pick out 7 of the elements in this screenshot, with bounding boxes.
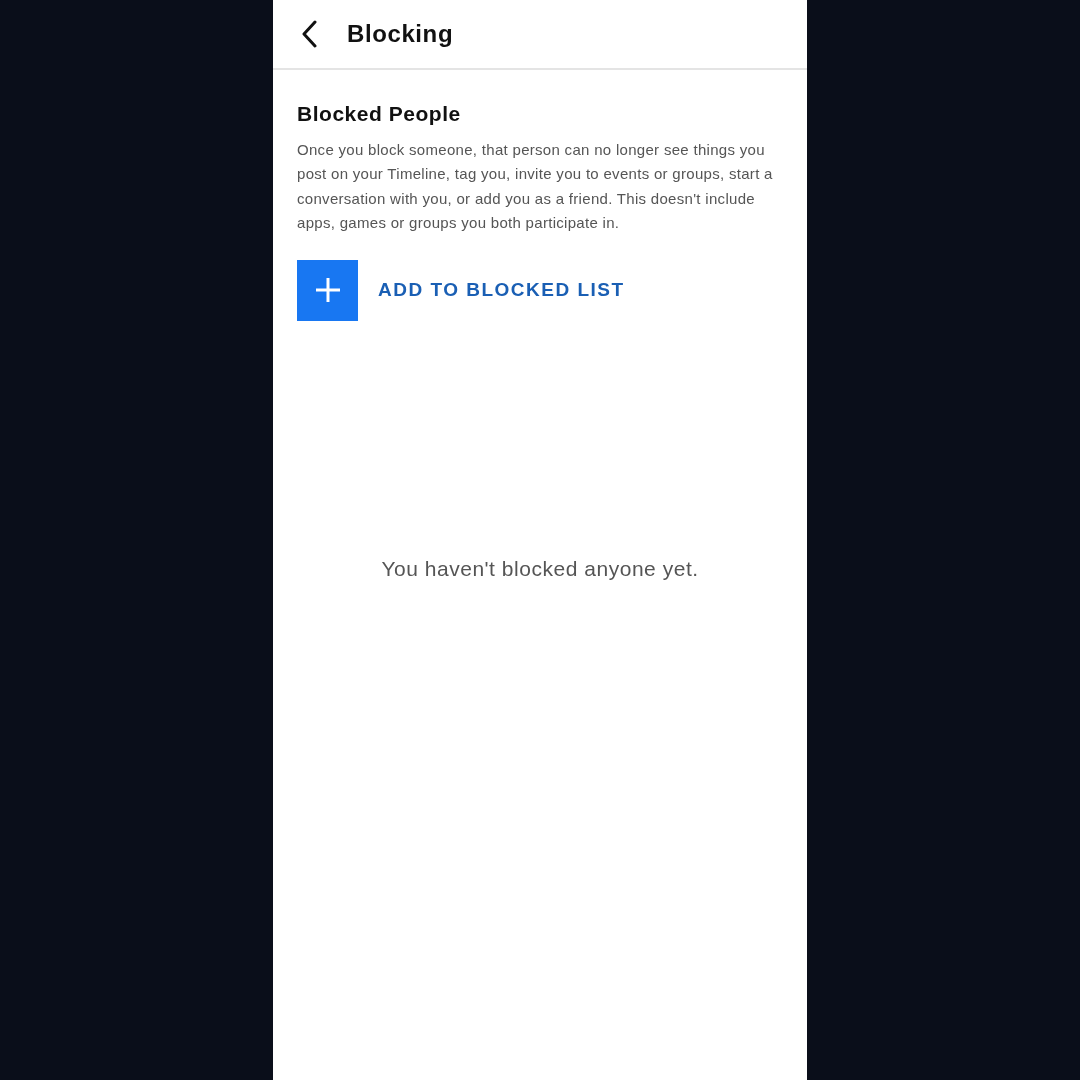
section-description: Once you block someone, that person can no longer see things you post on your Timeline, tag you, invite you to events or groups, start a conversation with you, or add you as a friend. This doesn't include apps, games or groups you both participate in.: [297, 139, 774, 233]
plus-icon: [314, 277, 341, 303]
empty-state-message: You haven't blocked anyone yet.: [381, 555, 699, 582]
section-heading: Blocked People: [297, 101, 462, 127]
back-icon: [301, 20, 317, 48]
page-title: Blocking: [347, 19, 454, 49]
add-to-blocked-list-button[interactable]: ADD TO BLOCKED LIST: [297, 259, 625, 321]
